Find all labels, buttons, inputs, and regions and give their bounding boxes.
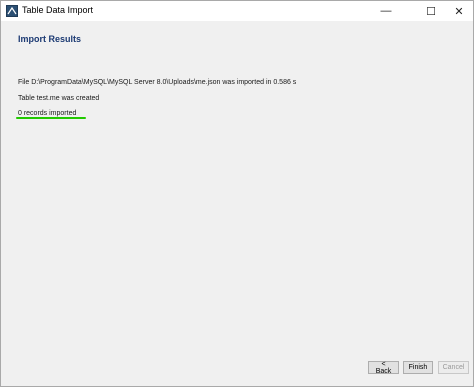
title-bar: Table Data Import — ☐ ✕ <box>1 1 473 21</box>
import-file-message: File D:\ProgramData\MySQL\MySQL Server 8… <box>18 79 297 86</box>
minimize-button[interactable]: — <box>371 1 401 21</box>
maximize-button[interactable]: ☐ <box>416 1 446 21</box>
cancel-button[interactable]: Cancel <box>438 361 469 374</box>
import-dialog-window: Table Data Import — ☐ ✕ Import Results F… <box>0 0 474 387</box>
back-button[interactable]: < Back <box>368 361 399 375</box>
records-imported-message: 0 records imported <box>18 110 77 117</box>
page-heading: Import Results <box>18 34 82 44</box>
close-button[interactable]: ✕ <box>444 1 474 21</box>
wizard-content: Import Results File D:\ProgramData\MySQL… <box>1 21 473 361</box>
mysql-workbench-icon <box>6 5 18 17</box>
window-title: Table Data Import <box>22 5 94 15</box>
records-highlight-underline <box>16 117 86 119</box>
table-created-message: Table test.me was created <box>18 95 100 102</box>
finish-button[interactable]: Finish <box>403 361 433 374</box>
